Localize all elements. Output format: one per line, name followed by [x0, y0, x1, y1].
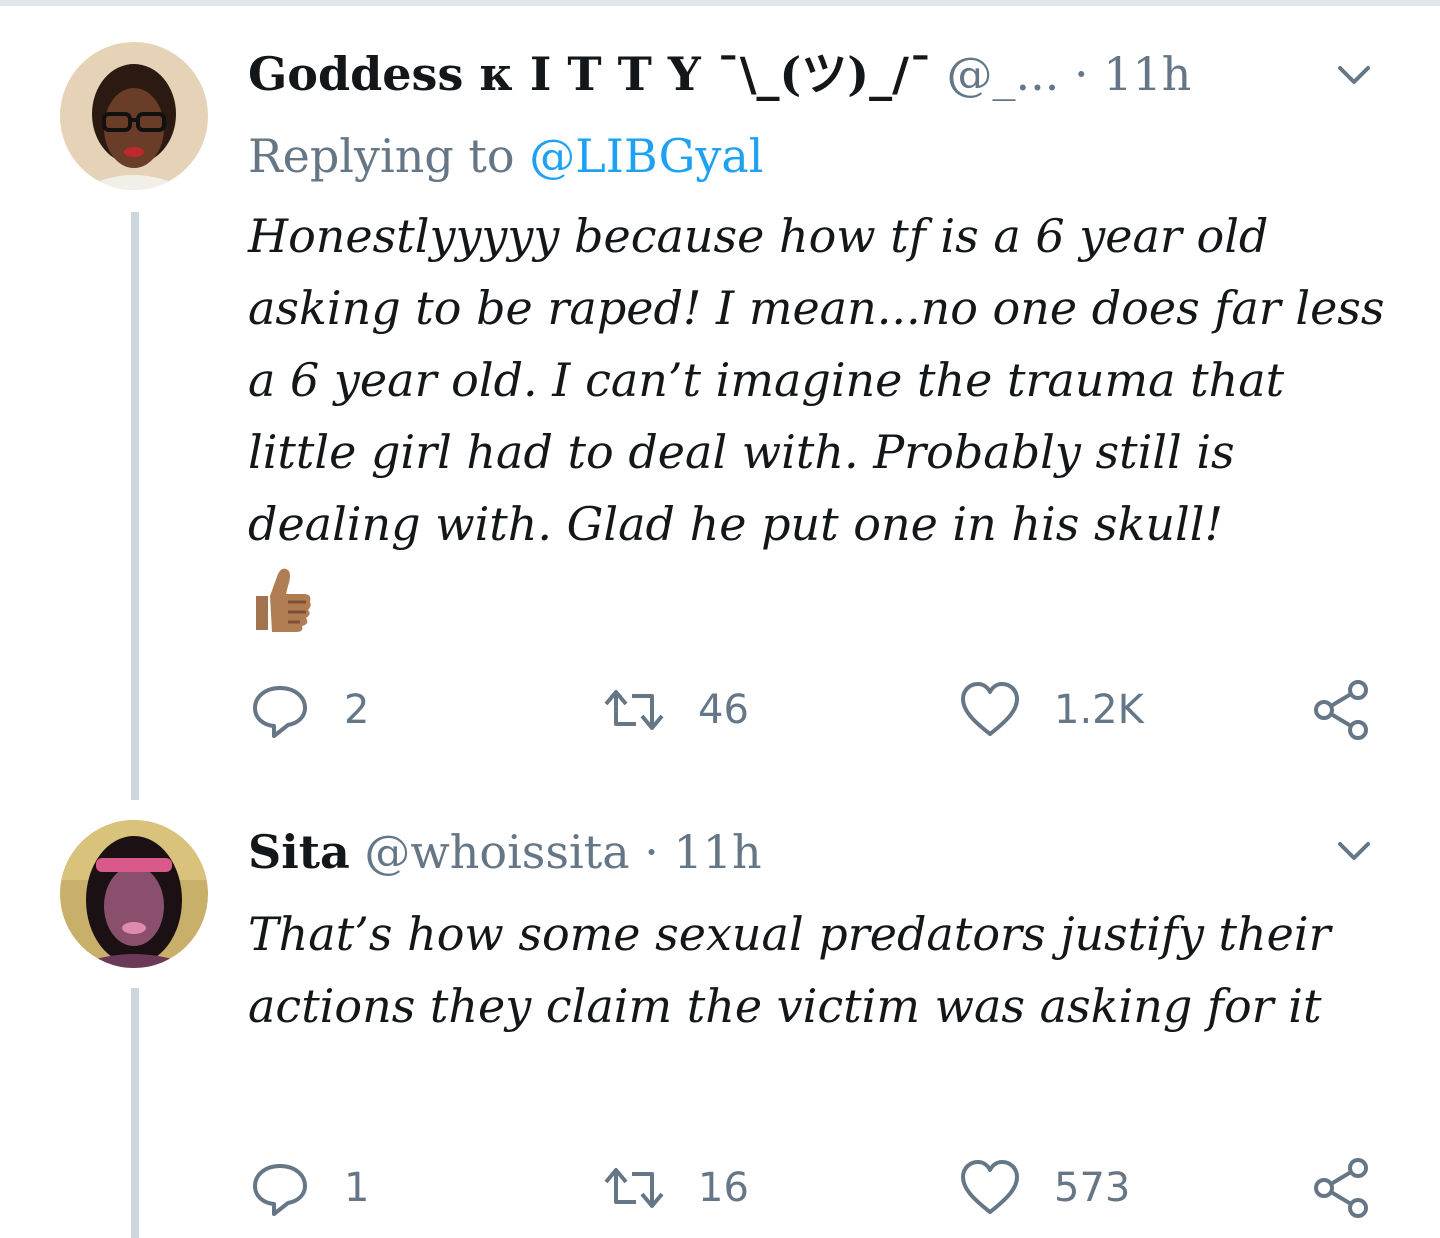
retweet-button[interactable]: 46	[602, 678, 749, 742]
tweet-text-content: Honestlyyyyy because how tf is a 6 year …	[248, 209, 1385, 551]
timestamp[interactable]: 11h	[674, 825, 762, 879]
thumbs-up-icon	[256, 568, 311, 632]
retweet-icon	[604, 690, 664, 730]
retweet-button[interactable]: 16	[602, 1156, 749, 1220]
chevron-down-icon[interactable]	[1334, 832, 1374, 872]
user-handle[interactable]: @whoissita	[364, 825, 629, 879]
replying-to-label: Replying to	[248, 129, 515, 183]
thread-line	[131, 212, 139, 800]
tweet-header: Goddess κ I T T Y ¯\_(ツ)_/¯ @_... · 11h	[248, 44, 1191, 104]
reply-button[interactable]: 1	[248, 1156, 369, 1220]
reply-button[interactable]: 2	[248, 678, 369, 742]
retweet-count: 16	[698, 1165, 749, 1211]
tweet-text-content: That’s how some sexual predators justify…	[248, 907, 1331, 1033]
retweet-icon	[604, 1168, 664, 1208]
heart-icon	[961, 682, 1019, 736]
tweet-text: That’s how some sexual predators justify…	[248, 898, 1388, 1042]
reply-count: 1	[344, 1165, 370, 1211]
share-icon	[1314, 1158, 1368, 1218]
reply-icon	[253, 1164, 307, 1216]
like-button[interactable]: 573	[958, 1156, 1130, 1220]
mention-link[interactable]: @LIBGyal	[529, 129, 763, 183]
tweet[interactable]: Sita @whoissita · 11h That’s how some se…	[0, 800, 1440, 1238]
retweet-count: 46	[698, 687, 749, 733]
share-icon	[1314, 680, 1368, 740]
tweet-text: Honestlyyyyy because how tf is a 6 year …	[248, 200, 1388, 634]
avatar[interactable]	[60, 820, 208, 968]
replying-to: Replying to @LIBGyal	[248, 126, 763, 186]
thread-line	[131, 988, 139, 1238]
chevron-down-icon[interactable]	[1334, 56, 1374, 96]
heart-icon	[961, 1160, 1019, 1214]
separator-dot: ·	[1074, 47, 1089, 101]
tweet[interactable]: Goddess κ I T T Y ¯\_(ツ)_/¯ @_... · 11h …	[0, 0, 1440, 800]
separator-dot: ·	[644, 825, 659, 879]
share-button[interactable]	[1310, 678, 1374, 742]
tweet-actions: 1 16 573	[248, 1156, 1388, 1220]
display-name[interactable]: Sita	[248, 825, 350, 879]
like-count: 1.2K	[1054, 687, 1144, 733]
timestamp[interactable]: 11h	[1103, 47, 1191, 101]
like-count: 573	[1054, 1165, 1131, 1211]
display-name[interactable]: Goddess κ I T T Y ¯\_(ツ)_/¯	[248, 47, 932, 101]
tweet-actions: 2 46 1.2K	[248, 678, 1388, 742]
tweet-header: Sita @whoissita · 11h	[248, 822, 762, 882]
reply-icon	[253, 686, 307, 738]
like-button[interactable]: 1.2K	[958, 678, 1144, 742]
reply-count: 2	[344, 687, 370, 733]
share-button[interactable]	[1310, 1156, 1374, 1220]
avatar[interactable]	[60, 42, 208, 190]
user-handle[interactable]: @_...	[947, 47, 1060, 101]
